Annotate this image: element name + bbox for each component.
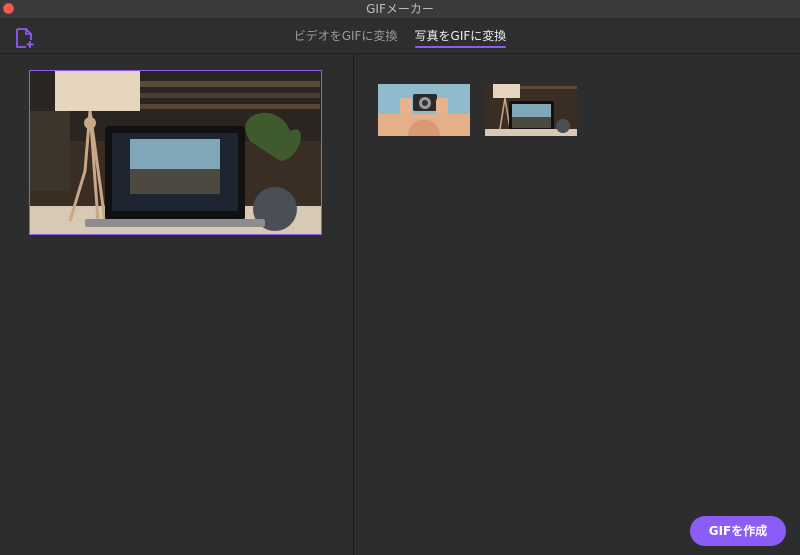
tab-video-to-gif[interactable]: ビデオをGIFに変換 <box>294 18 398 54</box>
header-bar: ビデオをGIFに変換 写真をGIFに変換 <box>0 18 800 54</box>
create-gif-button[interactable]: GIFを作成 <box>690 516 786 546</box>
thumbnail-camera-photo[interactable] <box>378 84 470 136</box>
mode-tabs: ビデオをGIFに変換 写真をGIFに変換 <box>0 18 800 54</box>
title-bar: GIFメーカー <box>0 0 800 18</box>
thumbnail-laptop-desk-photo[interactable] <box>485 84 577 136</box>
photo-list-pane <box>355 55 800 555</box>
tab-photo-to-gif[interactable]: 写真をGIFに変換 <box>414 18 506 54</box>
preview-pane <box>0 55 354 555</box>
preview-image <box>29 70 322 235</box>
window-title: GIFメーカー <box>366 2 434 16</box>
